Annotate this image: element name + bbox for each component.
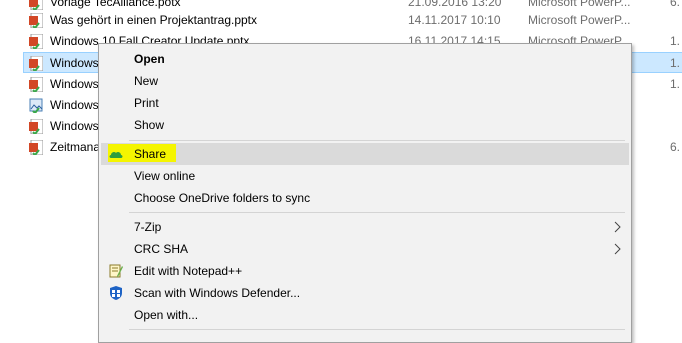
menu-item-crc-sha[interactable]: CRC SHA bbox=[101, 238, 629, 260]
file-row[interactable]: Was gehört in einen Projektantrag.pptx 1… bbox=[24, 10, 682, 31]
menu-label: Choose OneDrive folders to sync bbox=[134, 191, 311, 205]
menu-label: CRC SHA bbox=[134, 242, 189, 256]
image-file-icon bbox=[29, 98, 43, 113]
menu-label: Open with... bbox=[134, 308, 199, 322]
pptx-file-icon bbox=[29, 140, 43, 155]
pptx-file-icon bbox=[29, 77, 43, 92]
menu-item-edit-notepad[interactable]: Edit with Notepad++ bbox=[101, 260, 629, 282]
menu-label: 7-Zip bbox=[134, 220, 162, 234]
menu-item-scan-defender[interactable]: Scan with Windows Defender... bbox=[101, 282, 629, 304]
context-menu: Open New Print Show Share View online Ch… bbox=[98, 43, 632, 343]
file-type: Microsoft PowerP... bbox=[528, 13, 631, 27]
menu-label: View online bbox=[134, 169, 196, 183]
notepad-plus-plus-icon bbox=[109, 264, 123, 278]
file-name: Vorlage TecAlliance.potx bbox=[50, 0, 181, 9]
file-size: 1. bbox=[670, 56, 681, 70]
pptx-file-icon bbox=[29, 56, 43, 71]
menu-label: Edit with Notepad++ bbox=[134, 264, 243, 278]
file-name: Zeitmana bbox=[50, 140, 101, 154]
pptx-file-icon bbox=[29, 119, 43, 134]
menu-item-open[interactable]: Open bbox=[101, 48, 629, 70]
menu-item-show[interactable]: Show bbox=[101, 114, 629, 136]
menu-label: Share bbox=[134, 147, 167, 161]
file-name: Windows bbox=[50, 77, 99, 91]
file-type: Microsoft PowerP... bbox=[528, 0, 631, 9]
menu-label: New bbox=[134, 74, 159, 88]
windows-defender-shield-icon bbox=[110, 286, 122, 300]
menu-separator bbox=[129, 329, 625, 330]
menu-item-share[interactable]: Share bbox=[101, 143, 629, 165]
file-size: 6. bbox=[670, 0, 681, 9]
pptx-file-icon bbox=[29, 13, 43, 28]
menu-item-7zip[interactable]: 7-Zip bbox=[101, 216, 629, 238]
file-size: 6. bbox=[670, 140, 681, 154]
menu-item-view-online[interactable]: View online bbox=[101, 165, 629, 187]
file-name: Was gehört in einen Projektantrag.pptx bbox=[50, 13, 258, 27]
onedrive-cloud-icon bbox=[109, 151, 123, 158]
menu-label: Scan with Windows Defender... bbox=[134, 286, 301, 300]
file-size: 1. bbox=[670, 77, 681, 91]
menu-label: Show bbox=[134, 118, 165, 132]
file-size: 1. bbox=[670, 34, 681, 48]
menu-item-new[interactable]: New bbox=[101, 70, 629, 92]
file-name: Windows bbox=[50, 98, 99, 112]
file-name: Windows bbox=[50, 56, 99, 70]
menu-separator bbox=[129, 212, 625, 213]
menu-item-open-with[interactable]: Open with... bbox=[101, 304, 629, 326]
file-date: 21.09.2016 13:20 bbox=[408, 0, 502, 9]
pptx-file-icon bbox=[29, 34, 43, 49]
chevron-right-icon bbox=[614, 221, 621, 233]
chevron-right-icon bbox=[614, 243, 621, 255]
menu-item-choose-onedrive-folders[interactable]: Choose OneDrive folders to sync bbox=[101, 187, 629, 209]
menu-item-print[interactable]: Print bbox=[101, 92, 629, 114]
menu-label: Open bbox=[134, 52, 165, 66]
file-name: Windows bbox=[50, 119, 99, 133]
file-date: 14.11.2017 10:10 bbox=[408, 13, 501, 27]
menu-label: Print bbox=[134, 96, 159, 110]
menu-separator bbox=[129, 140, 625, 141]
pptx-file-icon bbox=[29, 0, 43, 10]
